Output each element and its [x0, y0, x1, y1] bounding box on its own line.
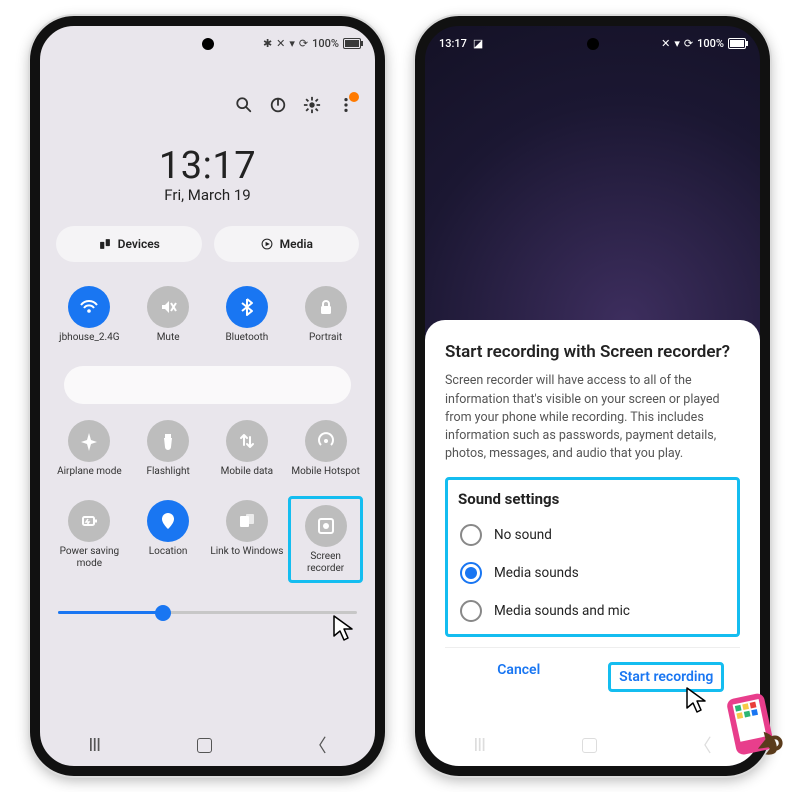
nav-bar: III 〈 — [40, 732, 375, 758]
screenrecorder-icon — [305, 505, 347, 547]
sound-option-none-label: No sound — [494, 527, 552, 543]
wifi-status-icon: ✕ — [661, 37, 670, 50]
sound-option-none[interactable]: No sound — [458, 516, 727, 554]
watermark-icon — [718, 688, 794, 764]
phone-quick-settings: ✱ ✕ ▾ ⟳ 100% 13:17 Fri, March 19 Devices — [30, 16, 385, 776]
qs-airplane[interactable]: Airplane mode — [52, 416, 127, 492]
qs-bluetooth[interactable]: Bluetooth — [210, 282, 285, 358]
more-icon[interactable] — [337, 96, 355, 118]
qs-mobiledata-label: Mobile data — [221, 466, 274, 488]
battery-icon — [343, 38, 361, 49]
portrait-lock-icon — [305, 286, 347, 328]
qs-location-label: Location — [149, 546, 188, 568]
rotation-status-icon: ⟳ — [299, 37, 308, 50]
clock-block: 13:17 Fri, March 19 — [40, 144, 375, 204]
qs-hotspot-label: Mobile Hotspot — [291, 466, 360, 488]
nav-home[interactable] — [197, 738, 212, 753]
qs-hotspot[interactable]: Mobile Hotspot — [288, 416, 363, 492]
qs-portrait-label: Portrait — [309, 332, 342, 354]
clock-time: 13:17 — [40, 144, 375, 188]
media-pill[interactable]: Media — [214, 226, 360, 262]
dialog-body: Screen recorder will have access to all … — [445, 372, 740, 463]
media-icon — [260, 237, 274, 251]
wifi-icon — [68, 286, 110, 328]
power-icon[interactable] — [269, 96, 287, 118]
qs-mute[interactable]: Mute — [131, 282, 206, 358]
phone-recorder-dialog: 13:17 ◪ ✕ ▾ ⟳ 100% Start recording with … — [415, 16, 770, 776]
wifi-status-icon: ✕ — [276, 37, 285, 50]
linkwindows-icon — [226, 500, 268, 542]
radio-icon — [460, 600, 482, 622]
devices-pill[interactable]: Devices — [56, 226, 202, 262]
location-icon — [147, 500, 189, 542]
nav-back[interactable]: 〈 — [309, 732, 327, 758]
qs-mobiledata[interactable]: Mobile data — [210, 416, 285, 492]
qs-linkwindows-label: Link to Windows — [210, 546, 283, 568]
airplane-icon — [68, 420, 110, 462]
qs-location[interactable]: Location — [131, 496, 206, 583]
nav-recents[interactable]: III — [473, 735, 485, 756]
quick-panel-search[interactable] — [64, 366, 351, 404]
qs-screenrecorder[interactable]: Screen recorder — [288, 496, 363, 583]
devices-icon — [98, 237, 112, 251]
qs-flashlight[interactable]: Flashlight — [131, 416, 206, 492]
media-pill-label: Media — [280, 237, 313, 251]
signal-status-icon: ▾ — [289, 37, 295, 50]
nav-bar: III 〈 — [425, 732, 760, 758]
nav-home[interactable] — [582, 738, 597, 753]
devices-pill-label: Devices — [118, 237, 160, 251]
recorder-sheet: Start recording with Screen recorder? Sc… — [425, 320, 760, 766]
mute-icon — [147, 286, 189, 328]
qs-wifi-label: jbhouse_2.4G — [59, 332, 119, 354]
settings-icon[interactable] — [303, 96, 321, 118]
qs-linkwindows[interactable]: Link to Windows — [210, 496, 285, 583]
search-icon[interactable] — [235, 96, 253, 118]
radio-icon — [460, 562, 482, 584]
sound-option-mediamic-label: Media sounds and mic — [494, 603, 630, 619]
nav-back[interactable]: 〈 — [694, 732, 712, 758]
quick-panel-top-icons — [40, 56, 375, 124]
sound-option-media[interactable]: Media sounds — [458, 554, 727, 592]
pic-indicator-icon: ◪ — [473, 37, 483, 50]
clock-date: Fri, March 19 — [40, 186, 375, 204]
sound-heading: Sound settings — [458, 490, 727, 508]
battery-pct: 100% — [312, 37, 339, 50]
qs-powersave-label: Power saving mode — [52, 546, 127, 569]
nav-recents[interactable]: III — [88, 735, 100, 756]
battery-pct: 100% — [697, 37, 724, 50]
start-recording-button-label: Start recording — [619, 669, 713, 685]
qs-mute-label: Mute — [157, 332, 180, 354]
camera-hole — [202, 38, 214, 50]
brightness-slider[interactable] — [40, 593, 375, 618]
status-time: 13:17 — [439, 37, 467, 50]
bluetooth-status-icon: ✱ — [263, 37, 272, 50]
qs-portrait[interactable]: Portrait — [288, 282, 363, 358]
signal-status-icon: ▾ — [674, 37, 680, 50]
dialog-title: Start recording with Screen recorder? — [445, 342, 740, 362]
cancel-button-label: Cancel — [497, 662, 540, 678]
qs-screenrecorder-label: Screen recorder — [293, 551, 358, 574]
sound-option-media-label: Media sounds — [494, 565, 579, 581]
powersave-icon — [68, 500, 110, 542]
qs-airplane-label: Airplane mode — [57, 466, 122, 488]
qs-flashlight-label: Flashlight — [146, 466, 189, 488]
hotspot-icon — [305, 420, 347, 462]
bluetooth-icon — [226, 286, 268, 328]
sound-settings-block: Sound settings No sound Media sounds Med… — [445, 477, 740, 637]
rotation-status-icon: ⟳ — [684, 37, 693, 50]
sound-option-mediamic[interactable]: Media sounds and mic — [458, 592, 727, 630]
qs-powersave[interactable]: Power saving mode — [52, 496, 127, 583]
battery-icon — [728, 38, 746, 49]
radio-icon — [460, 524, 482, 546]
cancel-button[interactable]: Cancel — [445, 648, 593, 706]
cursor-icon — [332, 614, 360, 646]
mobiledata-icon — [226, 420, 268, 462]
qs-bluetooth-label: Bluetooth — [225, 332, 268, 354]
flashlight-icon — [147, 420, 189, 462]
qs-wifi[interactable]: jbhouse_2.4G — [52, 282, 127, 358]
camera-hole — [587, 38, 599, 50]
